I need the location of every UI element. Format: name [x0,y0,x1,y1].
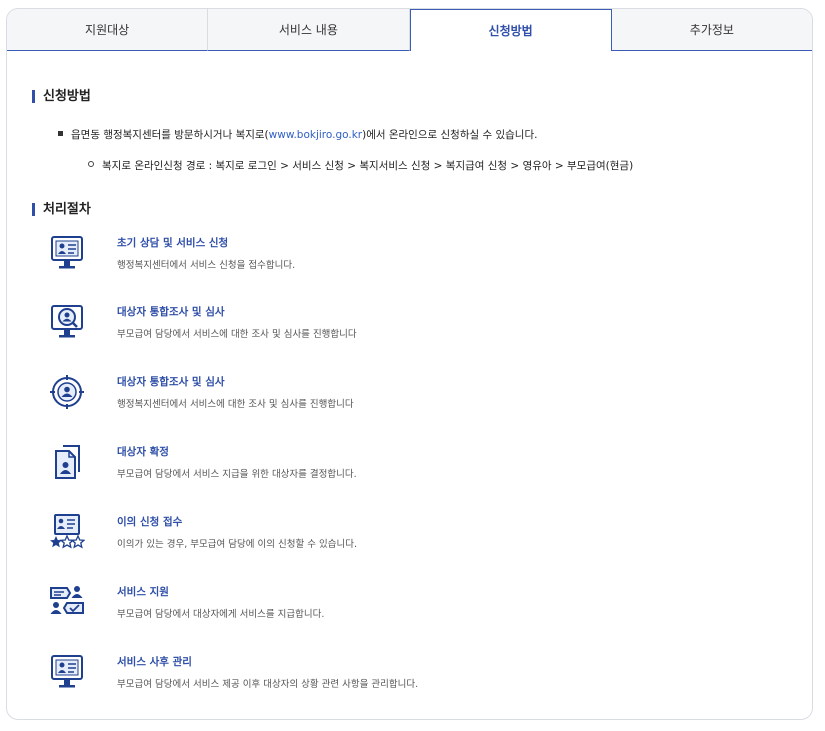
apply-bullet: 읍면동 행정복지센터를 방문하시거나 복지로(www.bokjiro.go.kr… [57,127,538,142]
document-person-icon [55,445,80,479]
bokjiro-link[interactable]: www.bokjiro.go.kr [269,129,362,141]
exchange-person-icon [50,586,84,614]
step-desc: 행정복지센터에서 서비스에 대한 조사 및 심사를 진행합니다 [117,399,354,410]
step-desc: 부모급여 담당에서 대상자에게 서비스를 지급합니다. [117,609,325,620]
apply-section-title: 신청방법 [32,90,91,103]
step-title: 서비스 지원 [117,586,169,598]
profile-stars-icon [50,514,85,549]
process-step-2: 대상자 통합조사 및 심사 부모급여 담당에서 서비스에 대한 조사 및 심사를… [49,304,749,348]
process-step-5: 이의 신청 접수 이의가 있는 경우, 부모급여 담당에 이의 신청할 수 있습… [49,514,749,558]
step-desc: 부모급여 담당에서 서비스에 대한 조사 및 심사를 진행합니다 [117,329,357,340]
step-desc: 행정복지센터에서 서비스 신청을 접수합니다. [117,260,296,271]
step-title: 서비스 사후 관리 [117,656,192,668]
process-section-title: 처리절차 [32,203,91,216]
step-desc: 이의가 있는 경우, 부모급여 담당에 이의 신청할 수 있습니다. [117,539,357,550]
content-card: 지원대상 서비스 내용 신청방법 추가정보 신청방법 읍면동 행정복지센터를 방… [6,8,813,720]
step-title: 대상자 통합조사 및 심사 [117,376,225,388]
step-title: 이의 신청 접수 [117,516,183,528]
process-step-7: 서비스 사후 관리 부모급여 담당에서 서비스 제공 이후 대상자의 상황 관련… [49,654,749,698]
tab-eligibility[interactable]: 지원대상 [7,9,209,51]
step-title: 대상자 통합조사 및 심사 [117,306,225,318]
monitor-search-icon [51,305,83,338]
tab-bar: 지원대상 서비스 내용 신청방법 추가정보 [7,9,812,51]
monitor-profile-icon [51,655,83,688]
tab-service-content[interactable]: 서비스 내용 [208,9,410,51]
step-desc: 부모급여 담당에서 서비스 지급을 위한 대상자를 결정합니다. [117,469,357,480]
tab-additional-info[interactable]: 추가정보 [611,9,812,51]
process-step-6: 서비스 지원 부모급여 담당에서 대상자에게 서비스를 지급합니다. [49,584,749,628]
monitor-profile-icon [51,236,83,269]
apply-bullet-post: )에서 온라인으로 신청하실 수 있습니다. [362,129,538,141]
step-title: 대상자 확정 [117,446,169,458]
apply-sub-bullet: 복지로 온라인신청 경로 : 복지로 로그인 > 서비스 신청 > 복지서비스 … [87,160,634,172]
target-person-icon [50,375,84,409]
process-step-1: 초기 상담 및 서비스 신청 행정복지센터에서 서비스 신청을 접수합니다. [49,235,749,279]
apply-bullet-pre: 읍면동 행정복지센터를 방문하시거나 복지로( [71,129,269,141]
process-step-3: 대상자 통합조사 및 심사 행정복지센터에서 서비스에 대한 조사 및 심사를 … [49,374,749,418]
step-desc: 부모급여 담당에서 서비스 제공 이후 대상자의 상황 관련 사항을 관리합니다… [117,679,419,690]
process-step-4: 대상자 확정 부모급여 담당에서 서비스 지급을 위한 대상자를 결정합니다. [49,444,749,488]
step-title: 초기 상담 및 서비스 신청 [117,237,229,249]
tab-application-method[interactable]: 신청방법 [409,9,612,51]
